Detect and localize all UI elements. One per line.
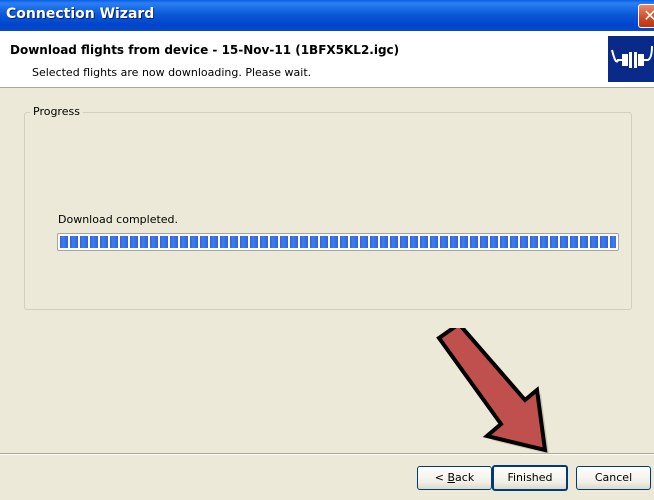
title-bar[interactable]: Connection Wizard ✕ <box>0 0 654 31</box>
header-subtitle: Selected flights are now downloading. Pl… <box>32 66 312 79</box>
back-button-rest: ack <box>455 471 475 484</box>
back-button-prefix: < <box>434 471 448 484</box>
finished-button[interactable]: Finished <box>492 465 568 491</box>
download-status: Download completed. <box>58 213 179 226</box>
close-icon: ✕ <box>643 6 654 25</box>
wizard-window: Connection Wizard ✕ Download flights fro… <box>0 0 654 500</box>
close-button[interactable]: ✕ <box>638 4 654 28</box>
cancel-button[interactable]: Cancel <box>576 466 651 490</box>
footer-separator <box>0 453 654 455</box>
annotation-arrow-icon <box>436 328 549 454</box>
progress-bar-fill <box>60 236 616 248</box>
back-button-mnemonic: B <box>447 471 456 484</box>
header-title: Download flights from device - 15-Nov-11… <box>10 43 400 57</box>
progress-groupbox <box>24 112 632 310</box>
finished-button-label: Finished <box>507 471 553 484</box>
connector-icon <box>608 36 654 82</box>
progress-group-label: Progress <box>30 105 83 118</box>
download-progress-bar <box>57 233 619 251</box>
window-title: Connection Wizard <box>6 6 155 22</box>
cancel-button-label: Cancel <box>594 471 633 484</box>
back-button[interactable]: < Back <box>417 466 492 490</box>
wizard-header: Download flights from device - 15-Nov-11… <box>0 31 654 88</box>
